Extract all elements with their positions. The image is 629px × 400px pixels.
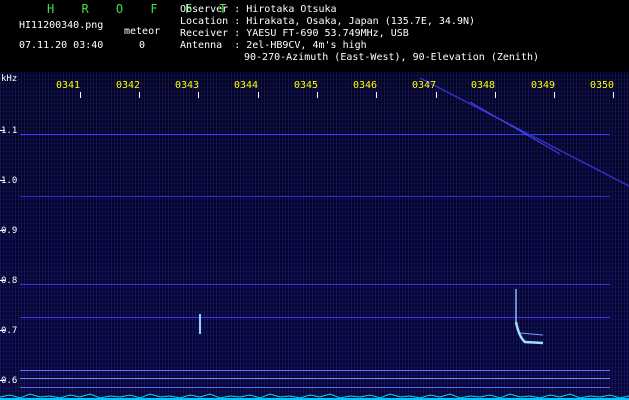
- location-value: Hirakata, Osaka, Japan (135.7E, 34.9N): [246, 16, 476, 27]
- time-tick: [139, 92, 140, 98]
- time-tick: [198, 92, 199, 98]
- meteor-echo: [514, 289, 544, 345]
- time-label: 0343: [175, 80, 200, 91]
- time-tick: [376, 92, 377, 98]
- time-tick: [258, 92, 259, 98]
- time-label: 0344: [234, 80, 259, 91]
- category-label: meteor: [124, 26, 161, 37]
- y-label: 0.6: [1, 376, 18, 386]
- time-label: 0341: [56, 80, 81, 91]
- datetime: 07.11.20 03:40: [19, 40, 104, 51]
- drift-trace: [419, 77, 629, 187]
- y-label: 0.7: [1, 326, 18, 336]
- antenna-label: Antenna: [180, 40, 223, 51]
- time-tick: [317, 92, 318, 98]
- meteor-count: 0: [139, 40, 146, 51]
- noise-floor: [0, 393, 629, 400]
- time-label: 0342: [116, 80, 141, 91]
- y-axis-unit: kHz: [1, 74, 18, 84]
- meteor-echo: [199, 314, 201, 334]
- time-label: 0349: [531, 80, 556, 91]
- y-label: 1.0: [1, 176, 18, 186]
- observer-label: Observer: [180, 4, 229, 15]
- header-panel: H R O F F T HI11200340.png meteor 07.11.…: [0, 0, 629, 72]
- time-label: 0348: [471, 80, 496, 91]
- spectrogram: [0, 72, 629, 400]
- y-label: 0.9: [1, 226, 18, 236]
- time-tick: [613, 92, 614, 98]
- y-label: 0.8: [1, 276, 18, 286]
- time-tick: [80, 92, 81, 98]
- antenna-orientation: 90-270-Azimuth (East-West), 90-Elevation…: [244, 52, 540, 63]
- time-label: 0346: [353, 80, 378, 91]
- location-label: Location: [180, 16, 229, 27]
- time-label: 0350: [590, 80, 615, 91]
- filename: HI11200340.png: [19, 20, 104, 31]
- time-tick: [495, 92, 496, 98]
- time-tick: [436, 92, 437, 98]
- time-label: 0345: [294, 80, 319, 91]
- antenna-value: 2el-HB9CV, 4m's high: [246, 40, 367, 51]
- receiver-value: YAESU FT-690 53.749MHz, USB: [246, 28, 409, 39]
- y-label: 1.1: [1, 126, 18, 136]
- station-info: Observer : Hirotaka Otsuka Location : Hi…: [180, 4, 540, 63]
- time-label: 0347: [412, 80, 437, 91]
- receiver-label: Receiver: [180, 28, 229, 39]
- observer-value: Hirotaka Otsuka: [246, 4, 337, 15]
- time-tick: [554, 92, 555, 98]
